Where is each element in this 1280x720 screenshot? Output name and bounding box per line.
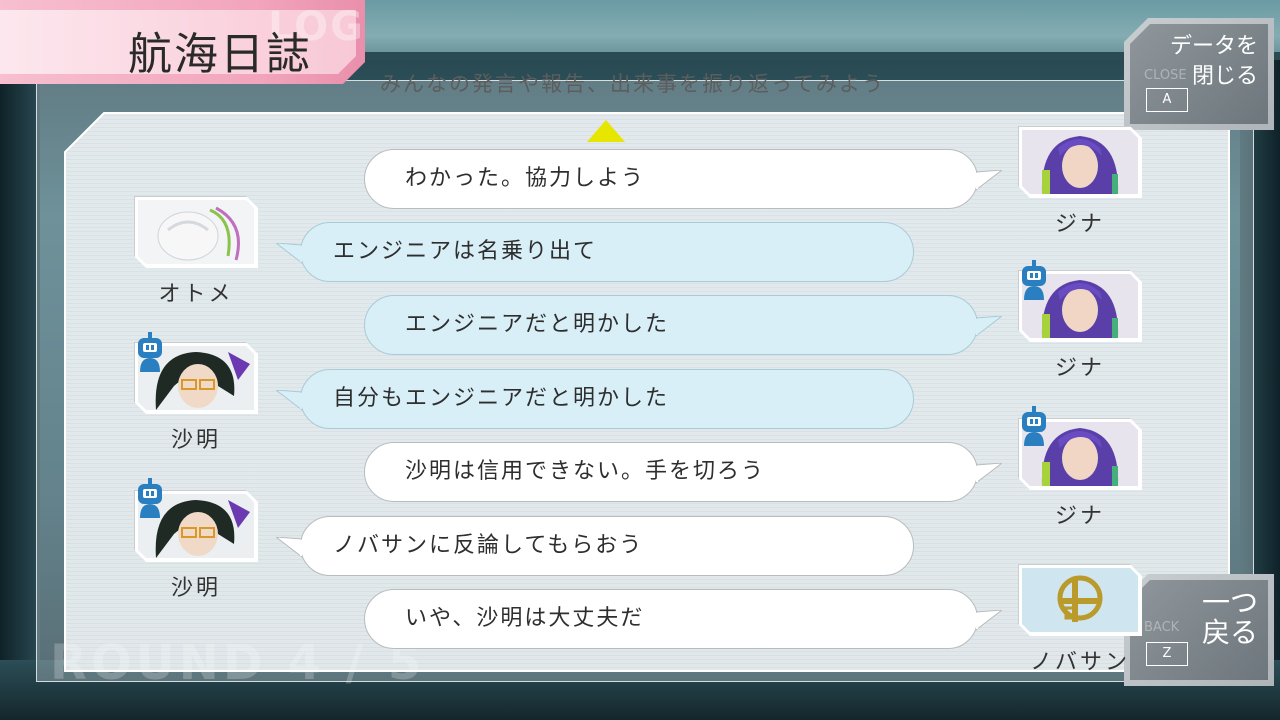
engineer-robot-icon — [138, 478, 162, 518]
log-bubble-text: エンジニアは名乗り出て — [333, 239, 598, 264]
page-subtitle: みんなの発言や報告、出来事を振り返ってみよう — [380, 72, 885, 96]
log-bubble: エンジニアだと明かした — [364, 295, 1002, 355]
log-bubble: ノバサンに反論してもらおう — [276, 516, 914, 576]
back-button[interactable]: BACK Z 一つ 戻る — [1124, 574, 1274, 686]
bubble-tail — [976, 170, 1002, 191]
bubble-tail — [276, 243, 302, 264]
engineer-robot-icon — [138, 332, 162, 372]
title-tab: LOG 航海日誌 — [0, 0, 365, 84]
log-bubble-text: わかった。協力しよう — [405, 166, 646, 191]
avatar-portrait-jina — [1022, 130, 1138, 194]
engineer-robot-icon — [1022, 406, 1046, 446]
bubble-tail — [976, 463, 1002, 484]
bubble-tail — [976, 316, 1002, 337]
bubble-tail — [276, 537, 302, 558]
speaker-name: ノバサン — [1029, 650, 1130, 675]
log-bubble: エンジニアは名乗り出て — [276, 222, 914, 282]
speaker-name: ジナ — [1054, 504, 1105, 529]
bubble-tail — [276, 390, 302, 411]
engineer-robot-icon — [1022, 260, 1046, 300]
speaker-name: ジナ — [1054, 356, 1105, 381]
back-key-hint: Z — [1146, 642, 1188, 666]
speaker-name: 沙明 — [170, 576, 221, 601]
log-bubble-text: 沙明は信用できない。手を切ろう — [405, 459, 766, 484]
avatar-portrait-novasan — [1022, 568, 1138, 632]
log-bubble: 自分もエンジニアだと明かした — [276, 369, 914, 429]
log-bubble: 沙明は信用できない。手を切ろう — [364, 442, 1002, 502]
speaker-name: 沙明 — [170, 428, 221, 453]
scroll-up-icon[interactable] — [587, 120, 625, 142]
log-bubble: いや、沙明は大丈夫だ — [364, 589, 1002, 649]
background-left-wall — [0, 60, 40, 660]
avatar-portrait-otome — [138, 200, 254, 264]
speaker-name: ジナ — [1054, 212, 1105, 237]
round-indicator: ROUND 4 / 5 — [50, 635, 426, 691]
speaker-name: オトメ — [158, 282, 234, 307]
close-data-button[interactable]: CLOSE A データを 閉じる — [1124, 18, 1274, 130]
bubble-tail — [976, 610, 1002, 631]
back-button-label: 一つ 戻る — [1201, 586, 1258, 649]
log-bubble-text: いや、沙明は大丈夫だ — [405, 606, 645, 631]
close-button-label: データを 閉じる — [1169, 34, 1258, 89]
log-bubble-text: ノバサンに反論してもらおう — [333, 533, 644, 558]
log-bubble-text: 自分もエンジニアだと明かした — [333, 386, 670, 411]
page-title: 航海日誌 — [128, 29, 312, 80]
log-bubble: わかった。協力しよう — [364, 149, 1002, 209]
log-bubble-text: エンジニアだと明かした — [405, 312, 670, 337]
back-ghost-label: BACK — [1144, 620, 1180, 635]
